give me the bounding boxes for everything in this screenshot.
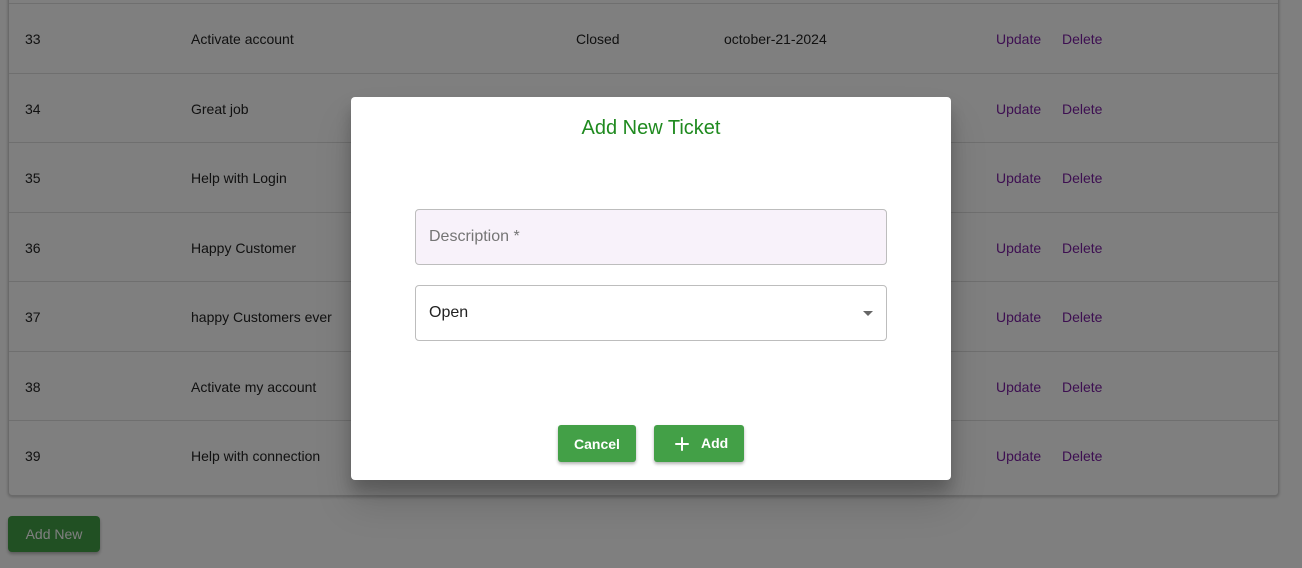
status-select-value: Open — [429, 304, 469, 321]
dialog-title: Add New Ticket — [581, 117, 721, 139]
add-button[interactable]: Add — [654, 425, 744, 462]
status-select[interactable]: Open — [415, 285, 887, 341]
add-button-label: Add — [701, 435, 729, 451]
ticket-page: 33 Activate account Closed october-21-20… — [0, 0, 1302, 568]
plus-icon — [675, 437, 689, 451]
modal-backdrop[interactable]: Add New Ticket Open Cancel Add — [0, 0, 1302, 568]
description-field — [415, 209, 887, 265]
add-ticket-dialog: Add New Ticket Open Cancel Add — [351, 97, 951, 480]
cancel-button[interactable]: Cancel — [558, 425, 636, 462]
description-input[interactable] — [416, 210, 886, 264]
chevron-down-icon — [863, 311, 873, 316]
